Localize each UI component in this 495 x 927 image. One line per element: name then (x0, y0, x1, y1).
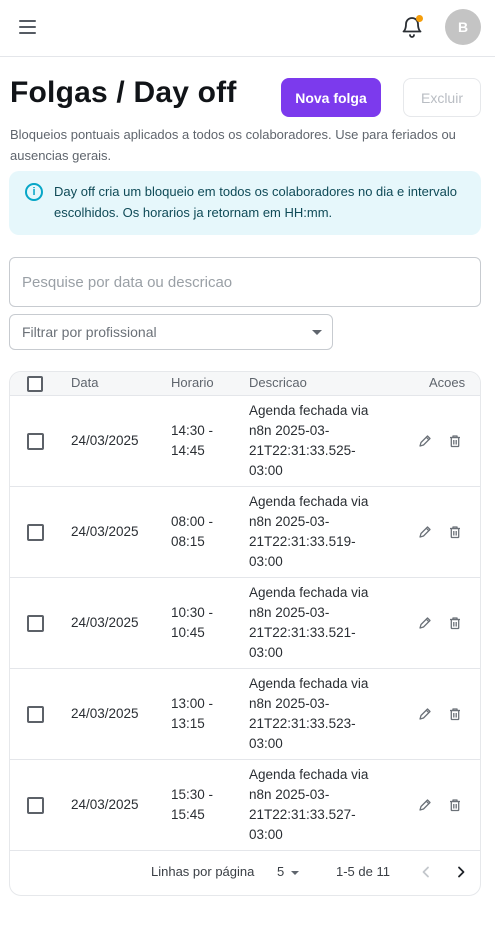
column-header-acoes: Acoes (429, 375, 466, 390)
info-text: Day off cria um bloqueio em todos os col… (54, 184, 457, 220)
row-desc-line: Agenda fechada via (249, 494, 369, 509)
row-time-start: 15:30 - (171, 787, 214, 802)
row-desc-line: 03:00 (249, 736, 283, 751)
row-desc-line: 21T22:31:33.521- (249, 625, 356, 640)
row-time-end: 14:45 (171, 443, 205, 458)
trash-icon[interactable] (447, 524, 463, 540)
professional-filter-select[interactable]: Filtrar por profissional (9, 314, 333, 350)
row-date: 24/03/2025 (71, 433, 139, 448)
row-time-start: 13:00 - (171, 696, 214, 711)
rows-per-page-value: 5 (277, 864, 285, 879)
table-row: 24/03/2025 10:30 - 10:45 Agenda fechada … (10, 578, 480, 669)
rows-per-page-select[interactable]: 5 (277, 862, 305, 882)
row-desc-line: n8n 2025-03- (249, 696, 330, 711)
row-desc-line: Agenda fechada via (249, 676, 369, 691)
row-checkbox[interactable] (27, 706, 44, 723)
pagination-range: 1-5 de 11 (336, 864, 390, 879)
previous-page-icon[interactable] (418, 864, 434, 880)
row-time-end: 08:15 (171, 534, 205, 549)
row-desc-line: 03:00 (249, 827, 283, 842)
row-checkbox[interactable] (27, 524, 44, 541)
row-time-end: 10:45 (171, 625, 205, 640)
menu-icon[interactable] (18, 18, 38, 36)
page-title: Folgas / Day off (10, 76, 237, 109)
row-desc-line: Agenda fechada via (249, 403, 369, 418)
row-desc-line: Agenda fechada via (249, 767, 369, 782)
rows-per-page-label: Linhas por página (151, 864, 255, 879)
row-time-start: 10:30 - (171, 605, 214, 620)
row-checkbox[interactable] (27, 797, 44, 814)
edit-pencil-icon[interactable] (417, 706, 433, 722)
column-header-data[interactable]: Data (71, 375, 98, 390)
row-time-start: 14:30 - (171, 423, 214, 438)
page-subtitle: Bloqueios pontuais aplicados a todos os … (10, 127, 456, 163)
chevron-down-icon (291, 871, 299, 875)
edit-pencil-icon[interactable] (417, 615, 433, 631)
row-desc-line: n8n 2025-03- (249, 787, 330, 802)
info-icon: i (25, 183, 43, 201)
pagination: Linhas por página 5 1-5 de 11 (10, 858, 480, 888)
chevron-down-icon (312, 330, 322, 335)
info-alert: i Day off cria um bloqueio em todos os c… (9, 171, 481, 235)
avatar[interactable]: B (445, 9, 481, 45)
row-desc-line: 03:00 (249, 645, 283, 660)
column-header-horario[interactable]: Horario (171, 375, 214, 390)
row-desc-line: n8n 2025-03- (249, 605, 330, 620)
top-bar: B (0, 0, 495, 57)
table-row: 24/03/2025 14:30 - 14:45 Agenda fechada … (10, 396, 480, 487)
row-desc-line: n8n 2025-03- (249, 514, 330, 529)
row-date: 24/03/2025 (71, 797, 139, 812)
column-header-descricao[interactable]: Descricao (249, 375, 307, 390)
edit-pencil-icon[interactable] (417, 797, 433, 813)
row-checkbox[interactable] (27, 433, 44, 450)
row-date: 24/03/2025 (71, 524, 139, 539)
table-row: 24/03/2025 13:00 - 13:15 Agenda fechada … (10, 669, 480, 760)
row-date: 24/03/2025 (71, 615, 139, 630)
row-time-end: 13:15 (171, 716, 205, 731)
row-time-start: 08:00 - (171, 514, 214, 529)
select-all-checkbox[interactable] (27, 376, 43, 392)
table-row: 24/03/2025 08:00 - 08:15 Agenda fechada … (10, 487, 480, 578)
trash-icon[interactable] (447, 615, 463, 631)
row-desc-line: 21T22:31:33.523- (249, 716, 356, 731)
trash-icon[interactable] (447, 433, 463, 449)
next-page-icon[interactable] (453, 864, 469, 880)
row-desc-line: 21T22:31:33.527- (249, 807, 356, 822)
row-desc-line: n8n 2025-03- (249, 423, 330, 438)
row-desc-line: 03:00 (249, 554, 283, 569)
row-time-end: 15:45 (171, 807, 205, 822)
day-off-table: Data Horario Descricao Acoes 24/03/2025 … (9, 371, 481, 896)
row-checkbox[interactable] (27, 615, 44, 632)
trash-icon[interactable] (447, 797, 463, 813)
filter-label: Filtrar por profissional (22, 324, 157, 340)
search-input[interactable] (9, 257, 481, 307)
row-desc-line: Agenda fechada via (249, 585, 369, 600)
table-row: 24/03/2025 15:30 - 15:45 Agenda fechada … (10, 760, 480, 851)
table-header: Data Horario Descricao Acoes (10, 372, 480, 396)
row-date: 24/03/2025 (71, 706, 139, 721)
delete-button: Excluir (403, 78, 481, 117)
edit-pencil-icon[interactable] (417, 524, 433, 540)
row-desc-line: 21T22:31:33.525- (249, 443, 356, 458)
row-desc-line: 21T22:31:33.519- (249, 534, 356, 549)
notification-bell-icon[interactable] (400, 15, 424, 39)
trash-icon[interactable] (447, 706, 463, 722)
row-desc-line: 03:00 (249, 463, 283, 478)
notification-dot (416, 15, 423, 22)
edit-pencil-icon[interactable] (417, 433, 433, 449)
new-day-off-button[interactable]: Nova folga (281, 78, 381, 117)
